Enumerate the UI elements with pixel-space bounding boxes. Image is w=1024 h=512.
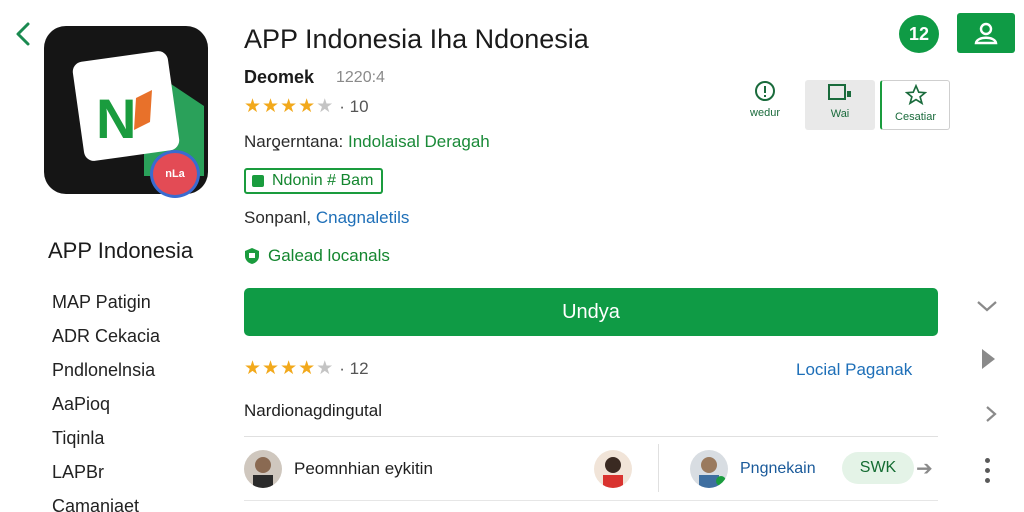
rating-stars: ★ ★ ★ ★ ★ xyxy=(244,97,333,117)
rating-count: · 10 xyxy=(339,97,369,116)
category-link[interactable]: Cnagnaletils xyxy=(316,208,410,227)
sidebar-item[interactable]: Camanjaet xyxy=(52,494,160,512)
account-button[interactable] xyxy=(957,13,1015,53)
reviewer-item[interactable]: Pngnekain xyxy=(690,450,816,488)
tag-icon xyxy=(252,175,264,187)
star-icon: ★ xyxy=(244,358,262,379)
shield-icon xyxy=(245,248,259,264)
tag-label: Ndonin # Bam xyxy=(272,172,374,189)
rating-stars: ★ ★ ★ ★ ★ xyxy=(244,359,333,379)
reviewer-name: Peomnhian eykitin xyxy=(294,459,433,478)
safety-label: Galead locanals xyxy=(268,246,390,265)
chevron-right-icon[interactable] xyxy=(984,404,998,429)
avatar xyxy=(690,450,728,488)
divider xyxy=(658,444,659,492)
developer-id: 1220:4 xyxy=(336,69,385,86)
safety-line: Galead locanals xyxy=(244,246,390,266)
notification-count-button[interactable]: 12 xyxy=(899,15,939,53)
play-icon[interactable] xyxy=(980,348,996,375)
info-icon xyxy=(755,81,775,101)
star-icon: ★ xyxy=(244,96,262,117)
sidebar-item[interactable]: LAPBr xyxy=(52,460,160,494)
action-wishlist[interactable]: Cesatiar xyxy=(880,80,950,130)
star-icon: ★ xyxy=(298,358,316,379)
developer-name[interactable]: Deomek xyxy=(244,67,314,88)
sidebar-list: MAP Patigin ADR Cekacia Pndlonelnsia AaP… xyxy=(52,290,160,512)
star-icon: ★ xyxy=(298,96,316,117)
app-title: APP Indonesia Iha Ndonesia xyxy=(244,24,589,54)
reviewer-item[interactable]: Peomnhian eykitin xyxy=(244,450,433,488)
tag-chip[interactable]: Ndonin # Bam xyxy=(244,168,384,194)
star-icon: ★ xyxy=(316,358,334,379)
review-rating: ★ ★ ★ ★ ★ · 12 xyxy=(244,359,369,379)
review-link[interactable]: Locial Paganak xyxy=(796,360,912,380)
info-value[interactable]: Indolaisal Deragah xyxy=(348,132,490,151)
star-icon: ★ xyxy=(262,358,280,379)
sidebar-item[interactable]: MAP Patigin xyxy=(52,290,160,324)
back-arrow-icon[interactable] xyxy=(10,20,38,48)
star-icon: ★ xyxy=(280,358,298,379)
action-label: wedur xyxy=(750,107,780,119)
star-icon: ★ xyxy=(280,96,298,117)
svg-text:N: N xyxy=(96,87,136,150)
star-icon: ★ xyxy=(316,96,334,117)
avatar xyxy=(244,450,282,488)
info-line: Narƍerntana: Indolaisal Deragah xyxy=(244,132,490,152)
avatar[interactable] xyxy=(594,450,632,488)
arrow-right-icon[interactable]: ➔ xyxy=(916,456,933,481)
sidebar-title: APP Indonesia xyxy=(48,238,194,263)
action-label: Wai xyxy=(830,108,850,120)
app-rating: ★ ★ ★ ★ ★ · 10 xyxy=(244,97,369,117)
action-info[interactable]: wedur xyxy=(730,80,800,130)
account-icon xyxy=(974,22,998,45)
more-vert-icon[interactable] xyxy=(985,458,990,483)
chevron-down-icon[interactable] xyxy=(975,296,999,321)
star-outline-icon xyxy=(904,84,927,106)
sidebar-item[interactable]: Pndlonelnsia xyxy=(52,358,160,392)
sidebar-item[interactable]: ADR Cekacia xyxy=(52,324,160,358)
reviewer-name: Pngnekain xyxy=(740,460,816,477)
install-button[interactable]: Undya xyxy=(244,288,938,336)
category-label: Sonpanl, xyxy=(244,208,312,227)
divider xyxy=(244,500,938,501)
sidebar-item[interactable]: AaPioq xyxy=(52,392,160,426)
action-label: Cesatiar xyxy=(895,111,936,123)
category-line: Sonpanl, Cnagnaletils xyxy=(244,208,409,228)
star-icon: ★ xyxy=(262,96,280,117)
section-title[interactable]: Nardionagdingutal xyxy=(244,401,382,421)
info-label: Narƍerntana: xyxy=(244,132,344,151)
review-count: · 12 xyxy=(339,359,369,378)
action-window[interactable]: Wai xyxy=(805,80,875,130)
app-badge: nLa xyxy=(150,150,200,198)
action-pill[interactable]: SWK xyxy=(842,452,914,484)
divider xyxy=(244,436,938,437)
window-icon xyxy=(828,84,851,100)
sidebar-item[interactable]: Tiqinla xyxy=(52,426,160,460)
